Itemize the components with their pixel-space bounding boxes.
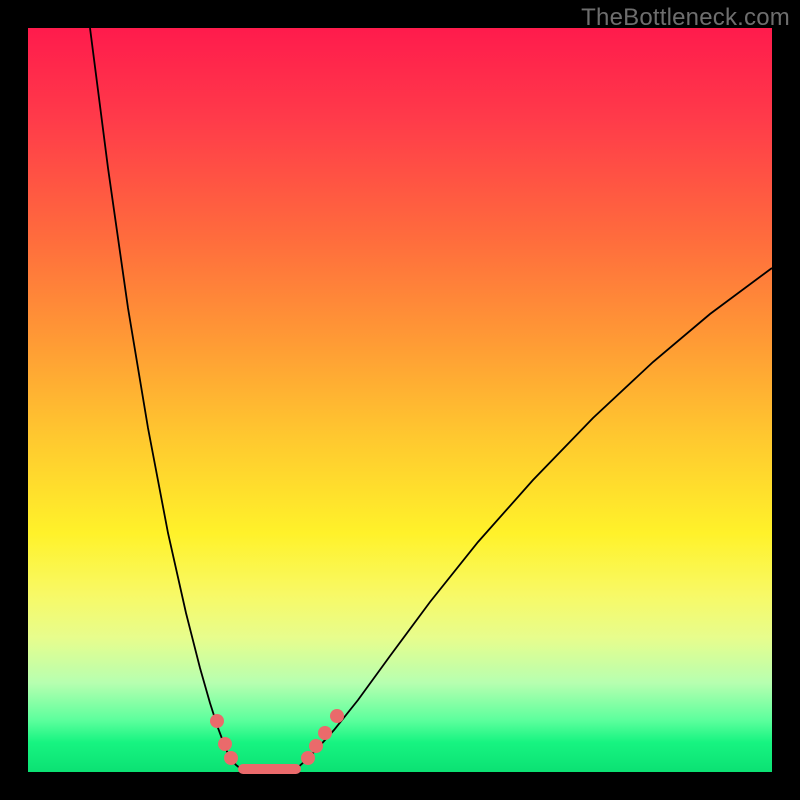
watermark-text: TheBottleneck.com	[581, 4, 790, 32]
right-branch-markers	[301, 709, 344, 765]
left-branch-curve	[90, 28, 241, 769]
plot-area	[28, 28, 772, 772]
right-branch-curve	[296, 268, 772, 769]
marker-dot	[224, 751, 238, 765]
marker-dot	[330, 709, 344, 723]
marker-dot	[309, 739, 323, 753]
marker-dot	[218, 737, 232, 751]
marker-dot	[301, 751, 315, 765]
left-branch-markers	[210, 714, 238, 765]
curve-svg	[28, 28, 772, 772]
marker-dot	[210, 714, 224, 728]
marker-dot	[318, 726, 332, 740]
chart-frame: TheBottleneck.com	[0, 0, 800, 800]
